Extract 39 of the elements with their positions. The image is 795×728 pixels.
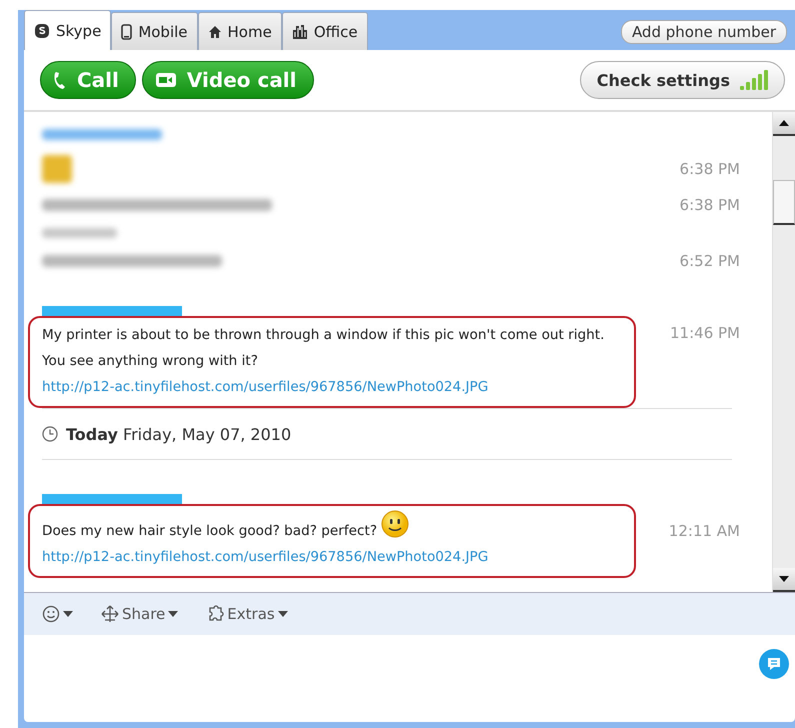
smiley-icon — [42, 605, 60, 623]
clock-icon — [42, 426, 58, 442]
signal-bars-icon — [740, 70, 770, 90]
message-time: 6:38 PM — [680, 160, 741, 178]
message-time: 11:46 PM — [670, 324, 741, 342]
message-link[interactable]: http://p12-ac.tinyfilehost.com/userfiles/967856/NewPhoto024.JPG — [42, 379, 488, 395]
tab[interactable]: Mobile — [111, 12, 198, 50]
message-link[interactable]: http://p12-ac.tinyfilehost.com/userfiles/967856/NewPhoto024.JPG — [42, 549, 488, 565]
share-icon — [101, 605, 119, 623]
video-camera-icon — [154, 72, 177, 88]
phone-icon — [121, 24, 132, 40]
scroll-down-icon[interactable] — [779, 576, 789, 582]
tab[interactable]: Home — [198, 12, 282, 50]
caret-icon — [168, 611, 178, 617]
chat-bubble-icon — [766, 656, 782, 672]
tab[interactable]: Skype — [24, 10, 112, 50]
add-phone-number-button[interactable]: Add phone number — [620, 20, 787, 44]
blurred-emoticon — [42, 155, 72, 183]
home-icon — [208, 24, 222, 38]
phone-handset-icon — [53, 71, 67, 89]
message-time: 6:38 PM — [680, 196, 741, 214]
share-menu-button[interactable]: Share — [101, 605, 178, 623]
message-text: Does my new hair style look good? bad? perfect? — [42, 523, 378, 539]
extras-menu-button[interactable]: Extras — [206, 605, 288, 623]
skype-logo-icon — [34, 22, 50, 38]
message-time: 12:11 AM — [668, 522, 741, 540]
caret-icon — [278, 611, 288, 617]
tab[interactable]: Office — [282, 12, 368, 50]
caret-icon — [63, 611, 73, 617]
scroll-up-icon[interactable] — [779, 120, 789, 126]
send-message-button[interactable] — [759, 649, 789, 679]
message-text: My printer is about to be thrown through a window if this pic won't come out right. You see anything wrong with it? — [42, 327, 604, 369]
check-settings-button[interactable]: Check settings — [580, 61, 785, 99]
date-separator-text: Today Friday, May 07, 2010 — [66, 424, 292, 444]
scroll-thumb[interactable] — [773, 180, 795, 224]
scrollbar[interactable] — [772, 112, 795, 592]
message-time: 6:52 PM — [680, 252, 741, 270]
building-icon — [292, 24, 308, 39]
emoticons-menu-button[interactable] — [42, 605, 73, 623]
